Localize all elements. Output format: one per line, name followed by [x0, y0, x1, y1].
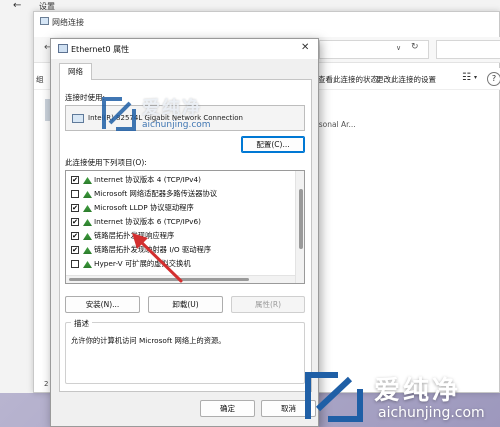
item-checkbox[interactable]: ✔	[71, 232, 79, 240]
scroll-thumb[interactable]	[299, 189, 303, 249]
network-folder-icon	[40, 17, 49, 25]
view-layout-icon[interactable]: ☷	[462, 72, 471, 83]
help-icon[interactable]: ?	[487, 72, 500, 86]
configure-button[interactable]: 配置(C)...	[241, 136, 305, 153]
red-arrow-annotation	[132, 233, 183, 283]
install-button[interactable]: 安装(N)...	[65, 296, 140, 313]
item-label: Microsoft LLDP 协议驱动程序	[94, 203, 194, 212]
refresh-icon[interactable]: ↻	[411, 42, 419, 52]
item-checkbox[interactable]	[71, 260, 79, 268]
protocol-icon	[83, 191, 92, 198]
organize-command[interactable]: 组	[36, 74, 44, 85]
item-checkbox[interactable]: ✔	[71, 246, 79, 254]
list-item[interactable]: ✔ Internet 协议版本 6 (TCP/IPv6)	[66, 215, 294, 229]
protocol-icon	[83, 219, 92, 226]
list-item[interactable]: ✔ Internet 协议版本 4 (TCP/IPv4)	[66, 173, 294, 187]
list-item[interactable]: ✔ Microsoft LLDP 协议驱动程序	[66, 201, 294, 215]
protocol-icon	[83, 177, 92, 184]
vertical-scrollbar[interactable]	[295, 171, 304, 283]
back-arrow-icon[interactable]: ←	[13, 0, 21, 11]
network-window-title: 网络连接	[52, 18, 84, 27]
watermark-logo-icon	[305, 372, 363, 422]
description-text: 允许你的计算机访问 Microsoft 网络上的资源。	[71, 336, 226, 345]
dialog-title: Ethernet0 属性	[71, 45, 130, 54]
watermark-brand: 爱纯净	[374, 376, 462, 406]
item-checkbox[interactable]: ✔	[71, 176, 79, 184]
chevron-down-icon[interactable]: ∨	[396, 44, 401, 52]
watermark-url: aichunjing.com	[378, 405, 485, 421]
search-input[interactable]	[436, 40, 500, 59]
protocol-icon	[83, 247, 92, 254]
uninstall-button[interactable]: 卸载(U)	[148, 296, 223, 313]
description-title: 描述	[71, 318, 92, 329]
watermark-brand: 爱纯净	[142, 98, 202, 119]
network-adapter-icon	[58, 44, 68, 53]
close-icon[interactable]: ✕	[301, 42, 309, 53]
change-settings-command[interactable]: 更改此连接的设置	[376, 74, 436, 85]
protocol-icon	[83, 205, 92, 212]
item-checkbox[interactable]	[71, 190, 79, 198]
ok-button[interactable]: 确定	[200, 400, 255, 417]
view-dropdown-icon[interactable]: ▾	[474, 74, 477, 81]
list-item[interactable]: Microsoft 网络适配器多路传送器协议	[66, 187, 294, 201]
view-status-command[interactable]: 查看此连接的状态	[318, 74, 378, 85]
item-label: Microsoft 网络适配器多路传送器协议	[94, 189, 218, 198]
tab-network[interactable]: 网络	[59, 63, 92, 80]
watermark-large: 爱纯净 aichunjing.com	[302, 367, 500, 427]
item-label: Internet 协议版本 4 (TCP/IPv4)	[94, 175, 201, 184]
protocol-icon	[83, 233, 92, 240]
protocol-icon	[83, 261, 92, 268]
items-label: 此连接使用下列项目(O):	[65, 158, 147, 167]
item-label: Internet 协议版本 6 (TCP/IPv6)	[94, 217, 201, 226]
status-count: 2	[44, 380, 49, 388]
description-group	[65, 322, 305, 384]
watermark-small: 爱纯净 aichunjing.com	[100, 93, 240, 141]
watermark-url: aichunjing.com	[142, 120, 211, 130]
network-card-icon	[72, 114, 84, 123]
properties-button[interactable]: 属性(R)	[231, 296, 305, 313]
dialog-titlebar: Ethernet0 属性 ✕	[51, 39, 318, 59]
item-checkbox[interactable]: ✔	[71, 218, 79, 226]
watermark-logo-icon	[102, 97, 136, 131]
item-checkbox[interactable]: ✔	[71, 204, 79, 212]
